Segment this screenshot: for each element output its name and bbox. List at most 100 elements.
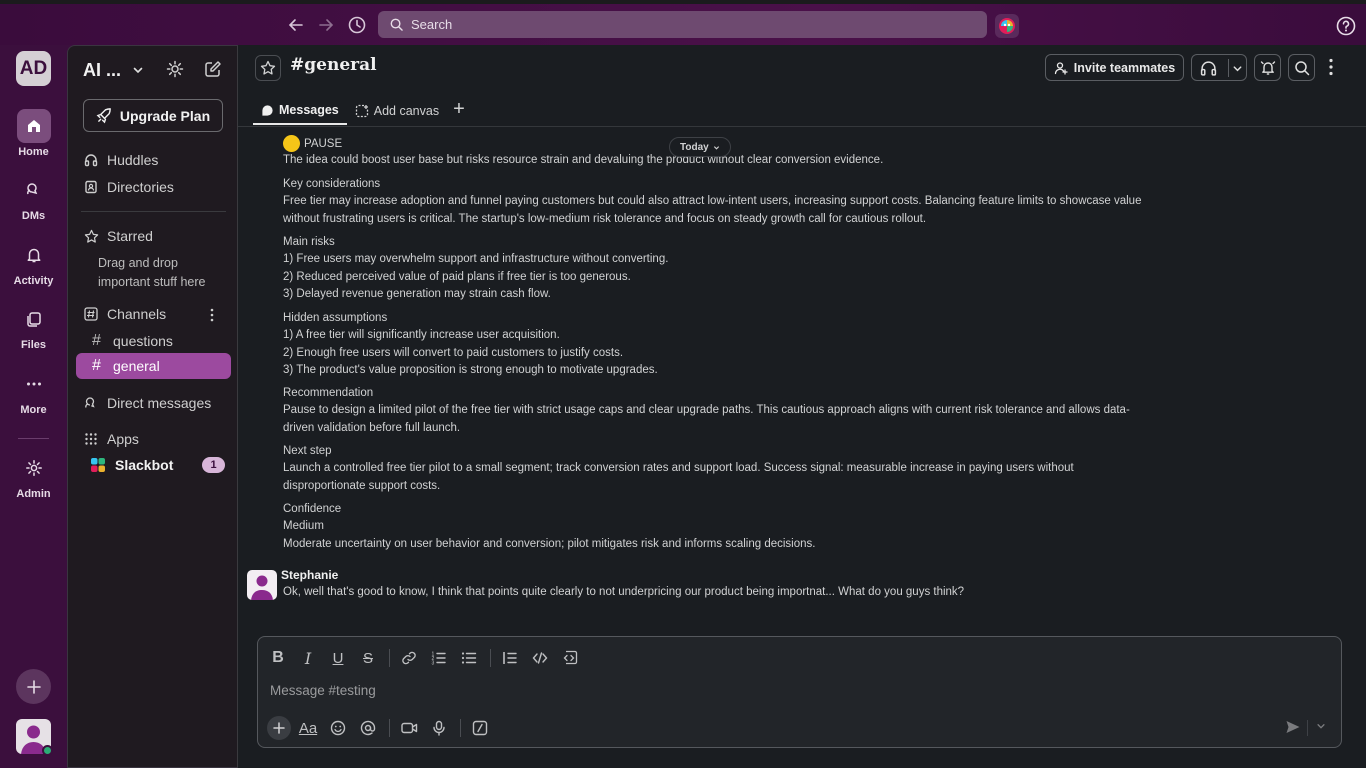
sidebar-section-starred[interactable]: Starred [83,228,153,244]
rail-more[interactable]: More [0,367,67,416]
invite-teammates-label: Invite teammates [1073,60,1176,75]
upgrade-plan-button[interactable]: Upgrade Plan [83,99,223,132]
code-block-icon[interactable] [559,647,581,669]
strikethrough-icon[interactable]: S [357,647,379,669]
sidebar-item-directories[interactable]: Directories [83,179,174,195]
headphones-icon [83,152,99,168]
rail-activity[interactable]: Activity [0,238,67,287]
channels-options-icon[interactable] [210,308,214,322]
sidebar-item-huddles[interactable]: Huddles [83,152,158,168]
link-icon[interactable] [398,647,420,669]
workspace-avatar[interactable]: AD [16,51,51,86]
sidebar-channel-general[interactable]: # general [76,353,231,379]
section-title: Confidence [283,503,342,515]
sidebar-item-huddles-label: Huddles [107,152,159,168]
forward-arrow-icon[interactable] [315,14,337,36]
italic-icon[interactable]: I [297,647,319,669]
channel-tabs: Messages Add canvas + [253,97,465,127]
yellow-circle-icon [283,135,300,152]
text-format-icon[interactable]: Aa [297,717,319,739]
rail-files-label: Files [20,339,47,351]
headphones-icon[interactable] [1200,60,1217,77]
back-arrow-icon[interactable] [285,14,307,36]
slackbot-label: Slackbot [115,457,174,473]
message-input[interactable]: Message #testing [270,683,376,698]
sidebar-section-apps[interactable]: Apps [83,431,139,447]
message-list: Today PAUSE The idea could boost user ba… [238,128,1366,628]
online-status-indicator [42,745,53,756]
channel-title[interactable]: #general [290,55,377,75]
composer-actions: Aa [267,716,499,740]
star-icon [83,228,99,244]
tab-messages[interactable]: Messages [253,97,347,125]
ordered-list-icon[interactable]: 123 [428,647,450,669]
underline-icon[interactable]: U [327,647,349,669]
help-icon[interactable] [1336,16,1356,36]
search-input[interactable]: Search [378,11,987,38]
channel-header: #general Invite teammates Messages Add c… [238,45,1366,127]
add-tab-button[interactable]: + [453,97,465,121]
toolbar-divider [389,719,390,737]
section-text: Free tier may increase adoption and funn… [283,195,1142,225]
list-item: 1) A free tier will significantly increa… [283,329,560,342]
upgrade-plan-label: Upgrade Plan [119,107,211,124]
bell-icon [1260,60,1275,75]
notifications-button[interactable] [1254,54,1281,81]
directory-icon [83,179,99,195]
sidebar-divider [81,211,226,212]
channel-name: general [113,358,160,374]
workspace-name[interactable]: AI ... [83,60,121,81]
mention-icon[interactable] [357,717,379,739]
compose-icon[interactable] [203,59,223,79]
settings-gear-icon[interactable] [165,59,185,79]
bold-icon[interactable]: B [267,647,289,669]
video-icon[interactable] [398,717,420,739]
slash-command-icon[interactable] [469,717,491,739]
top-bar: Search [0,0,1366,45]
slackbot-icon [90,457,106,473]
rail-divider [18,438,49,439]
send-icon[interactable] [1285,719,1301,735]
rail-admin[interactable]: Admin [0,451,67,500]
more-options-icon[interactable] [1329,58,1333,76]
rail-more-label: More [20,404,47,416]
attach-plus-button[interactable] [267,716,291,740]
history-clock-icon[interactable] [346,14,368,36]
star-channel-button[interactable] [255,55,281,81]
bulleted-list-icon[interactable] [458,647,480,669]
send-divider [1307,720,1308,736]
sidebar-section-direct-messages[interactable]: Direct messages [83,395,211,411]
microphone-icon[interactable] [428,717,450,739]
dms-icon [17,173,51,207]
emoji-icon[interactable] [327,717,349,739]
tab-add-canvas[interactable]: Add canvas [347,97,447,125]
slack-ai-icon[interactable] [995,14,1019,38]
message-author[interactable]: Stephanie [281,568,338,582]
rail-dms-label: DMs [21,210,46,222]
more-dots-icon [17,367,51,401]
rail-files[interactable]: Files [0,302,67,351]
workspace-rail: AD Home DMs Activity Files More Admin [0,45,67,768]
code-icon[interactable] [529,647,551,669]
rail-home[interactable]: Home [0,109,67,158]
avatar[interactable] [247,570,277,600]
search-icon [390,18,403,31]
date-divider[interactable]: Today [669,137,731,157]
chevron-down-icon[interactable] [1232,63,1243,74]
rail-home-label: Home [18,146,49,158]
sidebar-section-channels[interactable]: Channels [83,306,166,322]
sidebar-item-slackbot[interactable]: Slackbot [90,457,173,473]
channel-search-button[interactable] [1288,54,1315,81]
add-workspace-button[interactable] [16,669,51,704]
section-title: Hidden assumptions [283,312,388,324]
invite-teammates-button[interactable]: Invite teammates [1045,54,1184,81]
key-considerations-section: Key considerations Free tier may increas… [283,176,1143,228]
star-icon [260,60,276,75]
list-item: 1) Free users may overwhelm support and … [283,253,669,266]
blockquote-icon[interactable] [499,647,521,669]
channel-sidebar: AI ... Upgrade Plan Huddles Directories … [67,45,238,768]
chevron-down-icon[interactable] [1316,721,1326,731]
chevron-down-icon[interactable] [132,64,144,76]
sidebar-channel-questions[interactable]: # questions [76,328,231,354]
rail-dms[interactable]: DMs [0,173,67,222]
